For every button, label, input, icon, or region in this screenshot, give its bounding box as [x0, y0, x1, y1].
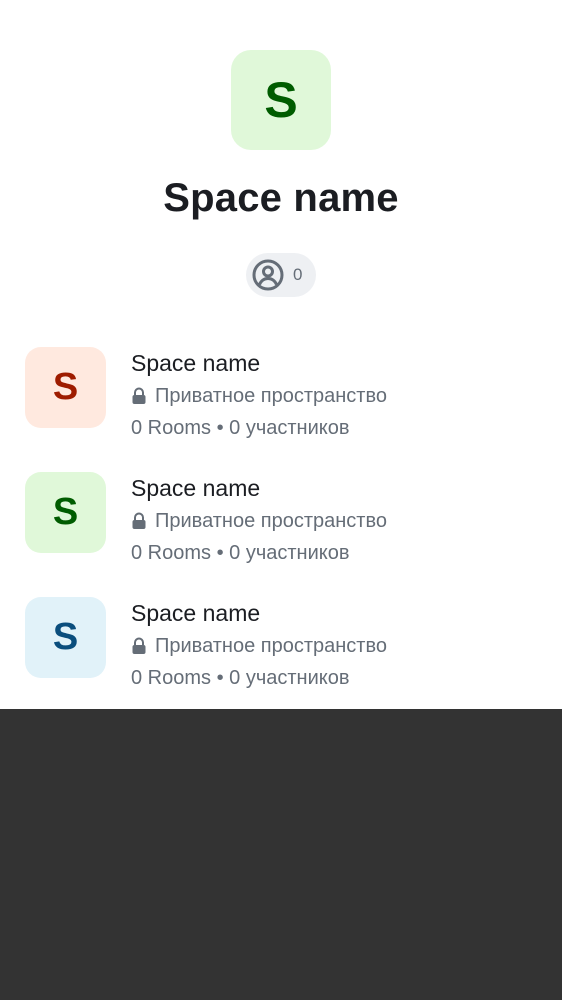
- members-button[interactable]: 0: [246, 253, 316, 297]
- bottom-backdrop: [0, 709, 562, 1000]
- space-avatar-letter: S: [52, 616, 79, 658]
- space-item-meta: 0 Rooms • 0 участников: [131, 667, 350, 689]
- space-item-meta: 0 Rooms • 0 участников: [131, 417, 350, 439]
- space-item-title: Space name: [131, 600, 261, 626]
- space-avatar: S: [231, 50, 331, 150]
- space-avatar: S: [25, 472, 106, 553]
- space-item-privacy: Приватное пространство: [155, 635, 387, 657]
- space-avatar-letter: S: [52, 366, 79, 408]
- space-screen: S Space name 0 S Space name Приватное пр…: [0, 0, 562, 709]
- lock-icon: [132, 387, 146, 404]
- space-avatar: S: [25, 597, 106, 678]
- lock-icon: [132, 637, 146, 654]
- space-item-privacy: Приватное пространство: [155, 510, 387, 532]
- space-avatar-letter: S: [52, 491, 79, 533]
- space-item-privacy: Приватное пространство: [155, 385, 387, 407]
- list-item[interactable]: S Space name Приватное пространство 0 Ro…: [0, 595, 562, 720]
- list-item[interactable]: S Space name Приватное пространство 0 Ro…: [0, 345, 562, 470]
- space-item-title: Space name: [131, 475, 261, 501]
- space-item-title: Space name: [131, 350, 261, 376]
- members-count: 0: [293, 265, 303, 284]
- space-title: Space name: [163, 176, 399, 220]
- space-avatar-letter: S: [264, 72, 298, 128]
- space-list: S Space name Приватное пространство 0 Ro…: [0, 345, 562, 720]
- lock-icon: [132, 512, 146, 529]
- space-avatar: S: [25, 347, 106, 428]
- user-circle-icon: [252, 259, 284, 291]
- space-item-meta: 0 Rooms • 0 участников: [131, 542, 350, 564]
- list-item[interactable]: S Space name Приватное пространство 0 Ro…: [0, 470, 562, 595]
